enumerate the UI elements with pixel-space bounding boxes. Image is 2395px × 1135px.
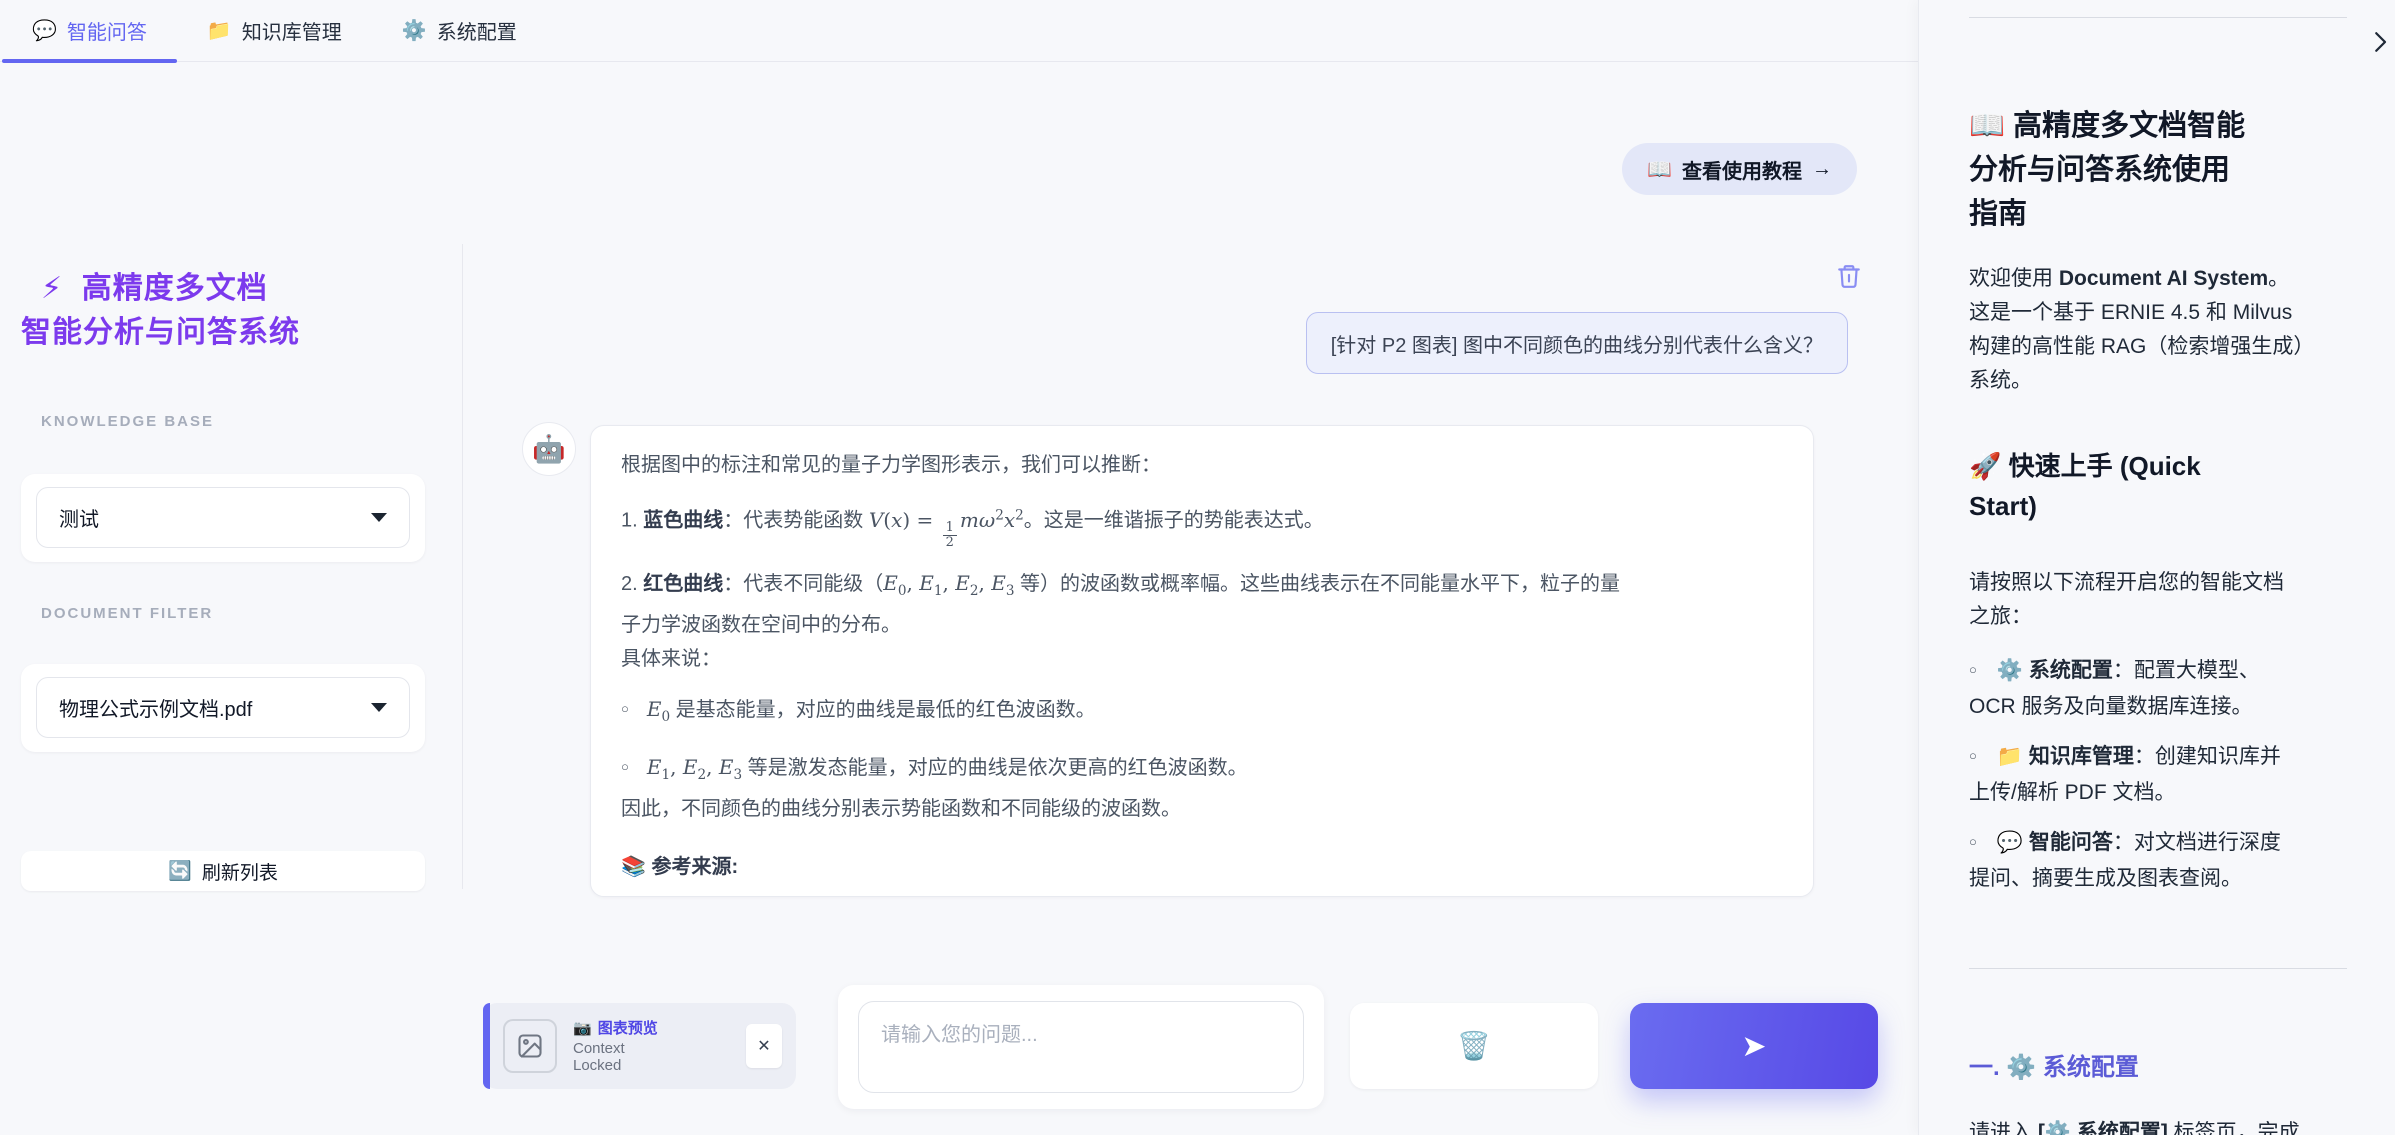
tab-knowledge-base[interactable]: 📁 知识库管理 xyxy=(177,0,372,61)
quick-start-step-config: ○⚙️ 系统配置：配置大模型、OCR 服务及向量数据库连接。 xyxy=(1969,654,2347,724)
delete-chat-button[interactable] xyxy=(1832,258,1866,294)
send-arrow-icon: ➤ xyxy=(1741,1029,1766,1064)
image-icon xyxy=(516,1032,544,1060)
wastebasket-icon: 🗑️ xyxy=(1457,1030,1491,1062)
close-icon: ✕ xyxy=(757,1036,770,1056)
assistant-references-heading: 📚 参考来源: xyxy=(621,850,1783,884)
knowledge-base-value: 测试 xyxy=(59,503,99,532)
gear-icon: ⚙️ xyxy=(402,18,427,43)
chart-preview-chip: 📷 图表预览 Context Locked ✕ xyxy=(483,1003,796,1089)
sidebar-top-divider xyxy=(1969,17,2347,18)
speech-bubble-icon: 💬 xyxy=(32,18,57,43)
top-tab-bar: 💬 智能问答 📁 知识库管理 ⚙️ 系统配置 xyxy=(0,0,1918,62)
assistant-paragraph: 1. 蓝色曲线：代表势能函数 V(x) = 12mω2x2。这是一维谐振子的势能… xyxy=(621,498,1783,550)
refresh-list-button[interactable]: 🔄 刷新列表 xyxy=(21,851,425,891)
section-config-body: 请进入 [⚙️ 系统配置] 标签页，完成 xyxy=(1969,1116,2347,1135)
knowledge-base-card: 测试 xyxy=(21,474,425,562)
tab-label: 智能问答 xyxy=(67,16,147,45)
folder-icon: 📁 xyxy=(207,18,232,43)
tutorial-label: 查看使用教程 xyxy=(1682,155,1802,184)
chart-preview-close-button[interactable]: ✕ xyxy=(746,1024,782,1068)
tab-smart-qa[interactable]: 💬 智能问答 xyxy=(2,0,177,61)
chevron-down-icon xyxy=(371,703,387,712)
chevron-right-icon xyxy=(2365,25,2395,59)
tab-label: 系统配置 xyxy=(437,16,517,45)
arrow-right-icon: → xyxy=(1812,158,1832,181)
tab-system-config[interactable]: ⚙️ 系统配置 xyxy=(372,0,547,61)
view-tutorial-button[interactable]: 📖 查看使用教程 → xyxy=(1622,143,1857,195)
trash-icon xyxy=(1836,262,1862,290)
book-icon: 📖 xyxy=(1647,157,1672,182)
section-config-heading: 一. ⚙️ 系统配置 xyxy=(1969,1047,2347,1082)
app-title: ⚡ 高精度多文档 智能分析与问答系统 xyxy=(21,267,425,355)
app-window: 💬 智能问答 📁 知识库管理 ⚙️ 系统配置 📖 查看使用教程 → ⚡ 高精度多… xyxy=(0,0,2395,1135)
assistant-bullet: ○E1, E2, E3 等是激发态能量，对应的曲线是依次更高的红色波函数。 xyxy=(621,750,1783,792)
refresh-icon: 🔄 xyxy=(168,859,192,883)
knowledge-base-select[interactable]: 测试 xyxy=(36,487,410,548)
question-input-card xyxy=(838,985,1324,1109)
assistant-bullet: ○E0 是基态能量，对应的曲线是最低的红色波函数。 xyxy=(621,692,1783,734)
context-locked-status: Context Locked xyxy=(573,1040,645,1074)
vertical-divider xyxy=(462,244,463,889)
robot-icon: 🤖 xyxy=(532,433,566,465)
document-filter-value: 物理公式示例文档.pdf xyxy=(59,693,252,722)
knowledge-base-label: KNOWLEDGE BASE xyxy=(41,413,214,430)
assistant-message-card: 根据图中的标注和常见的量子力学图形表示，我们可以推断： 1. 蓝色曲线：代表势能… xyxy=(590,425,1814,897)
assistant-avatar: 🤖 xyxy=(522,422,576,476)
quick-start-step-knowledge: ○📁 知识库管理：创建知识库并上传/解析 PDF 文档。 xyxy=(1969,740,2347,810)
chart-preview-label: 图表预览 xyxy=(598,1019,658,1038)
document-filter-card: 物理公式示例文档.pdf xyxy=(21,664,425,752)
usage-guide-content: 📖 高精度多文档智能分析与问答系统使用指南 欢迎使用 Document AI S… xyxy=(1969,0,2347,1135)
assistant-paragraph: 根据图中的标注和常见的量子力学图形表示，我们可以推断： xyxy=(621,448,1783,482)
tab-label: 知识库管理 xyxy=(242,16,342,45)
question-input[interactable] xyxy=(858,1001,1304,1093)
document-filter-select[interactable]: 物理公式示例文档.pdf xyxy=(36,677,410,738)
assistant-paragraph: 因此，不同颜色的曲线分别表示势能函数和不同能级的波函数。 xyxy=(621,792,1783,826)
sidebar-section-divider xyxy=(1969,968,2347,969)
camera-icon: 📷 xyxy=(573,1019,592,1038)
user-message-bubble: [针对 P2 图表] 图中不同颜色的曲线分别代表什么含义？ xyxy=(1306,312,1848,374)
quick-start-step-qa: ○💬 智能问答：对文档进行深度提问、摘要生成及图表查阅。 xyxy=(1969,826,2347,896)
document-filter-label: DOCUMENT FILTER xyxy=(41,605,213,622)
chevron-down-icon xyxy=(371,513,387,522)
usage-guide-sidebar: 📖 高精度多文档智能分析与问答系统使用指南 欢迎使用 Document AI S… xyxy=(1918,0,2395,1135)
assistant-paragraph: 2. 红色曲线：代表不同能级（E0, E1, E2, E3 等）的波函数或概率幅… xyxy=(621,566,1783,676)
chart-preview-text: 📷 图表预览 Context Locked xyxy=(573,1019,658,1074)
guide-title: 📖 高精度多文档智能分析与问答系统使用指南 xyxy=(1969,104,2347,236)
refresh-label: 刷新列表 xyxy=(202,858,278,885)
send-button[interactable]: ➤ xyxy=(1630,1003,1878,1089)
clear-input-button[interactable]: 🗑️ xyxy=(1350,1003,1598,1089)
quick-start-intro: 请按照以下流程开启您的智能文档之旅： xyxy=(1969,566,2347,634)
quick-start-heading: 🚀 快速上手 (QuickStart) xyxy=(1969,446,2347,526)
guide-welcome-paragraph: 欢迎使用 Document AI System。这是一个基于 ERNIE 4.5… xyxy=(1969,262,2347,398)
left-sidebar: ⚡ 高精度多文档 智能分析与问答系统 KNOWLEDGE BASE 测试 DOC… xyxy=(21,267,425,355)
collapse-sidebar-button[interactable] xyxy=(2365,24,2395,60)
user-message-text: [针对 P2 图表] 图中不同颜色的曲线分别代表什么含义？ xyxy=(1331,329,1823,358)
zap-icon: ⚡ xyxy=(41,272,63,305)
image-placeholder-box xyxy=(503,1019,557,1073)
